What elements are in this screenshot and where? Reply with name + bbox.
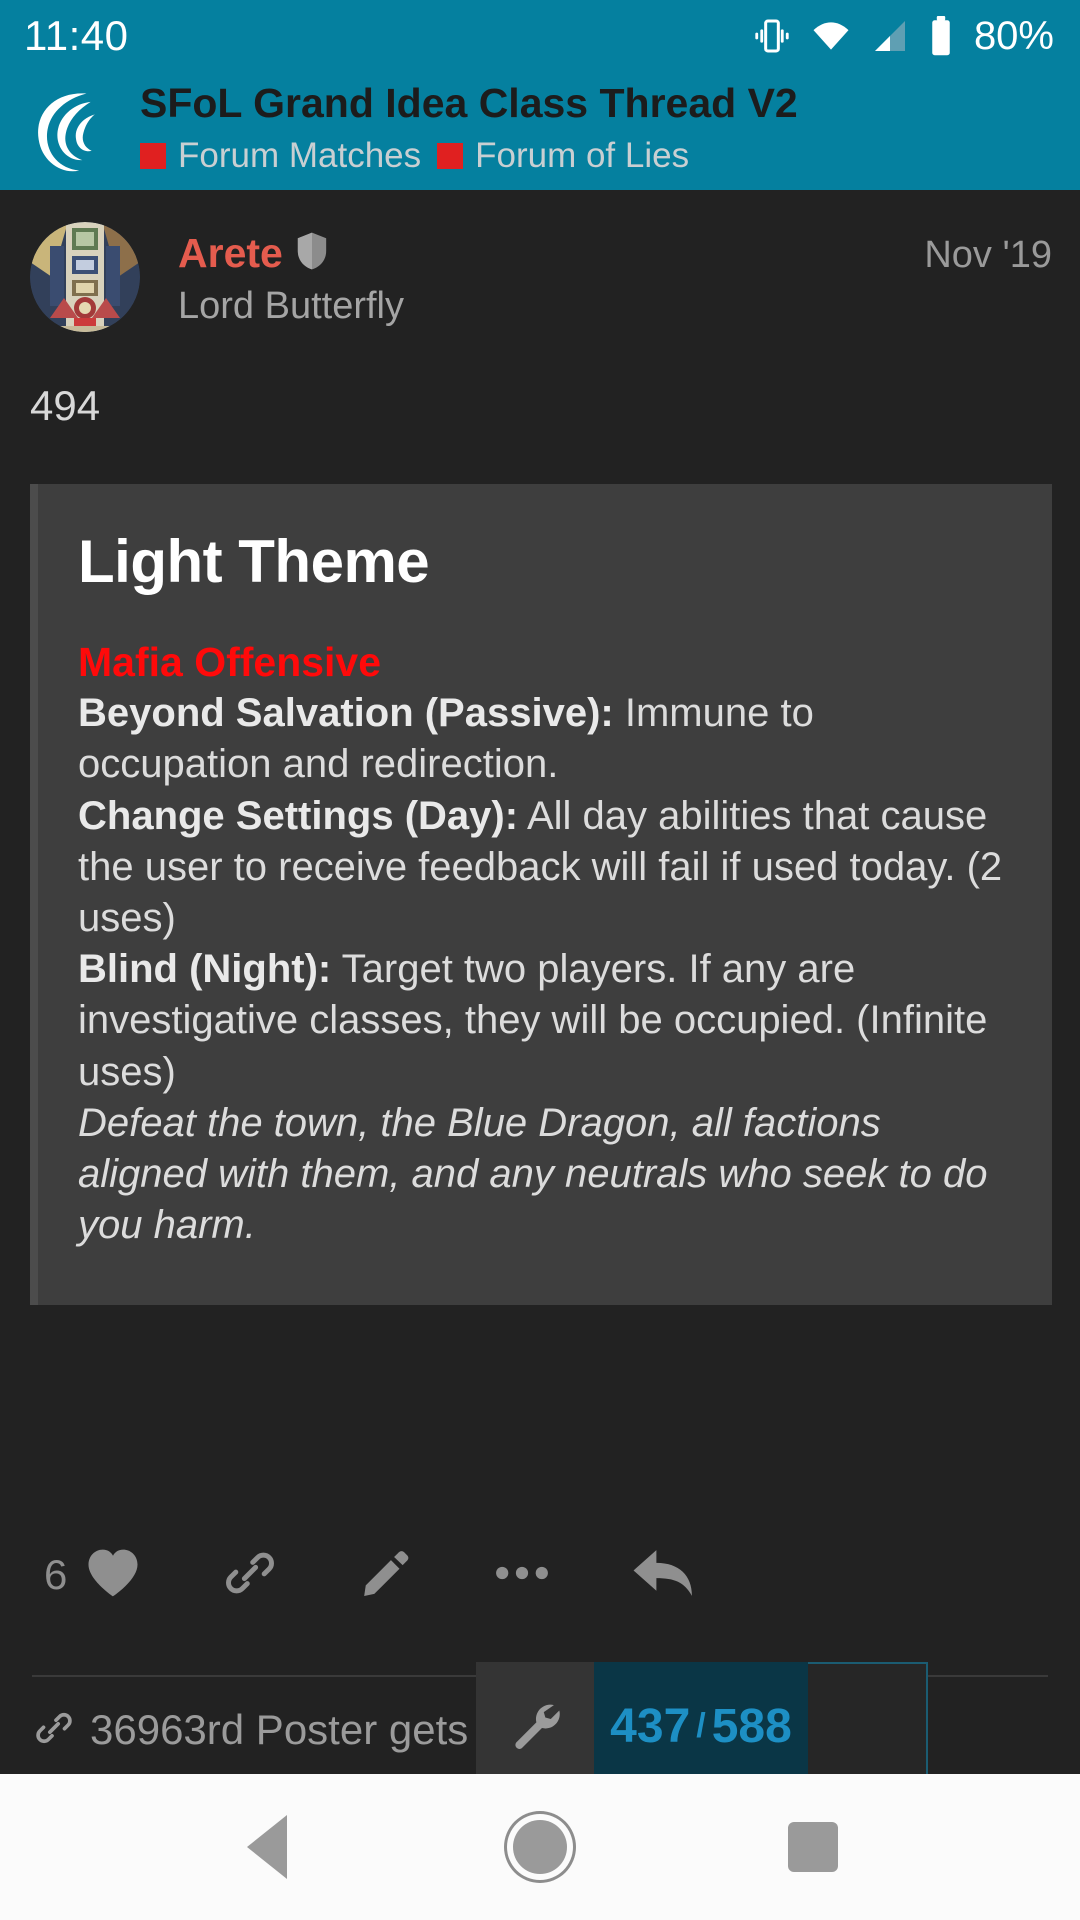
screen-root: 11:40 80% SFoL Grand Idea Class Thread V… bbox=[0, 0, 1080, 1920]
shield-icon bbox=[295, 231, 329, 276]
heart-icon bbox=[85, 1547, 141, 1604]
breadcrumb-item-forum-of-lies[interactable]: Forum of Lies bbox=[437, 136, 689, 176]
ability-line: Blind (Night): Target two players. If an… bbox=[78, 944, 1006, 1098]
battery-icon bbox=[928, 15, 954, 57]
post: Arete Nov '19 Lord Butterfly 494 Light T… bbox=[0, 190, 1080, 1306]
ability-line: Change Settings (Day): All day abilities… bbox=[78, 791, 1006, 945]
post-date: Nov '19 bbox=[924, 234, 1052, 276]
wrench-icon bbox=[508, 1697, 562, 1756]
post-author-row: Arete Nov '19 bbox=[178, 230, 1052, 277]
edit-button[interactable] bbox=[359, 1546, 413, 1605]
link-icon bbox=[34, 1708, 74, 1753]
vibrate-icon bbox=[752, 16, 792, 56]
win-condition: Defeat the town, the Blue Dragon, all fa… bbox=[78, 1100, 988, 1248]
home-circle-icon bbox=[512, 1820, 567, 1874]
post-number: 494 bbox=[30, 382, 101, 429]
page-title[interactable]: SFoL Grand Idea Class Thread V2 bbox=[140, 82, 798, 125]
cell-signal-icon bbox=[870, 16, 910, 56]
quote-heading: Light Theme bbox=[78, 528, 430, 595]
category-color-square bbox=[437, 142, 464, 169]
quoted-content-box: Light Theme Mafia Offensive Beyond Salva… bbox=[30, 484, 1052, 1306]
current-post-number: 437 bbox=[610, 1699, 691, 1753]
avatar[interactable] bbox=[30, 222, 140, 332]
reply-button[interactable] bbox=[631, 1544, 697, 1607]
nav-home-button[interactable] bbox=[480, 1787, 600, 1907]
forum-swirl-logo[interactable] bbox=[22, 79, 126, 183]
post-meta: Arete Nov '19 Lord Butterfly bbox=[178, 222, 1052, 328]
android-nav-bar bbox=[0, 1774, 1080, 1920]
back-triangle-icon bbox=[246, 1815, 287, 1879]
reply-arrow-icon bbox=[631, 1544, 697, 1607]
breadcrumb-item-forum-matches[interactable]: Forum Matches bbox=[140, 136, 421, 176]
ability-name: Blind (Night): bbox=[78, 947, 332, 992]
pencil-icon bbox=[359, 1546, 413, 1605]
ability-name: Change Settings (Day): bbox=[78, 793, 519, 838]
status-time: 11:40 bbox=[24, 12, 129, 59]
app-header: SFoL Grand Idea Class Thread V2 Forum Ma… bbox=[0, 72, 1080, 190]
breadcrumb-label: Forum Matches bbox=[178, 135, 422, 175]
nav-back-button[interactable] bbox=[207, 1787, 327, 1907]
post-author-title: Lord Butterfly bbox=[178, 285, 404, 327]
topic-admin-button[interactable] bbox=[476, 1662, 594, 1790]
suggested-topic-row[interactable]: 36963rd Poster gets bbox=[34, 1706, 468, 1754]
faction-label: Mafia Offensive bbox=[78, 639, 382, 685]
wifi-icon bbox=[810, 16, 852, 56]
status-bar: 11:40 80% bbox=[0, 0, 1080, 72]
category-color-square bbox=[140, 142, 166, 169]
link-icon bbox=[223, 1546, 277, 1605]
ellipsis-icon bbox=[495, 1561, 549, 1590]
battery-percent: 80% bbox=[973, 13, 1054, 58]
copy-link-button[interactable] bbox=[223, 1546, 277, 1605]
progress-track[interactable] bbox=[808, 1662, 928, 1790]
breadcrumb: Forum Matches Forum of Lies bbox=[140, 136, 798, 176]
post-action-bar: 6 bbox=[0, 1520, 1080, 1630]
like-count: 6 bbox=[44, 1551, 68, 1598]
more-actions-button[interactable] bbox=[495, 1561, 549, 1590]
nav-recents-button[interactable] bbox=[753, 1787, 873, 1907]
progress-separator: / bbox=[696, 1706, 706, 1745]
suggested-topic-label: 36963rd Poster gets bbox=[90, 1706, 469, 1753]
header-text-block: SFoL Grand Idea Class Thread V2 Forum Ma… bbox=[140, 82, 798, 175]
ability-line: Beyond Salvation (Passive): Immune to oc… bbox=[78, 688, 1006, 790]
breadcrumb-label: Forum of Lies bbox=[475, 135, 690, 175]
post-header: Arete Nov '19 Lord Butterfly bbox=[0, 190, 1080, 332]
total-post-count: 588 bbox=[711, 1699, 792, 1753]
recents-square-icon bbox=[788, 1822, 839, 1872]
post-progress-counter[interactable]: 437 / 588 bbox=[594, 1662, 808, 1790]
status-icons: 80% bbox=[752, 14, 1054, 59]
post-author-name[interactable]: Arete bbox=[178, 230, 283, 277]
topic-progress-widget[interactable]: 437 / 588 bbox=[476, 1662, 928, 1790]
like-button[interactable]: 6 bbox=[44, 1547, 141, 1604]
ability-name: Beyond Salvation (Passive): bbox=[78, 691, 614, 736]
